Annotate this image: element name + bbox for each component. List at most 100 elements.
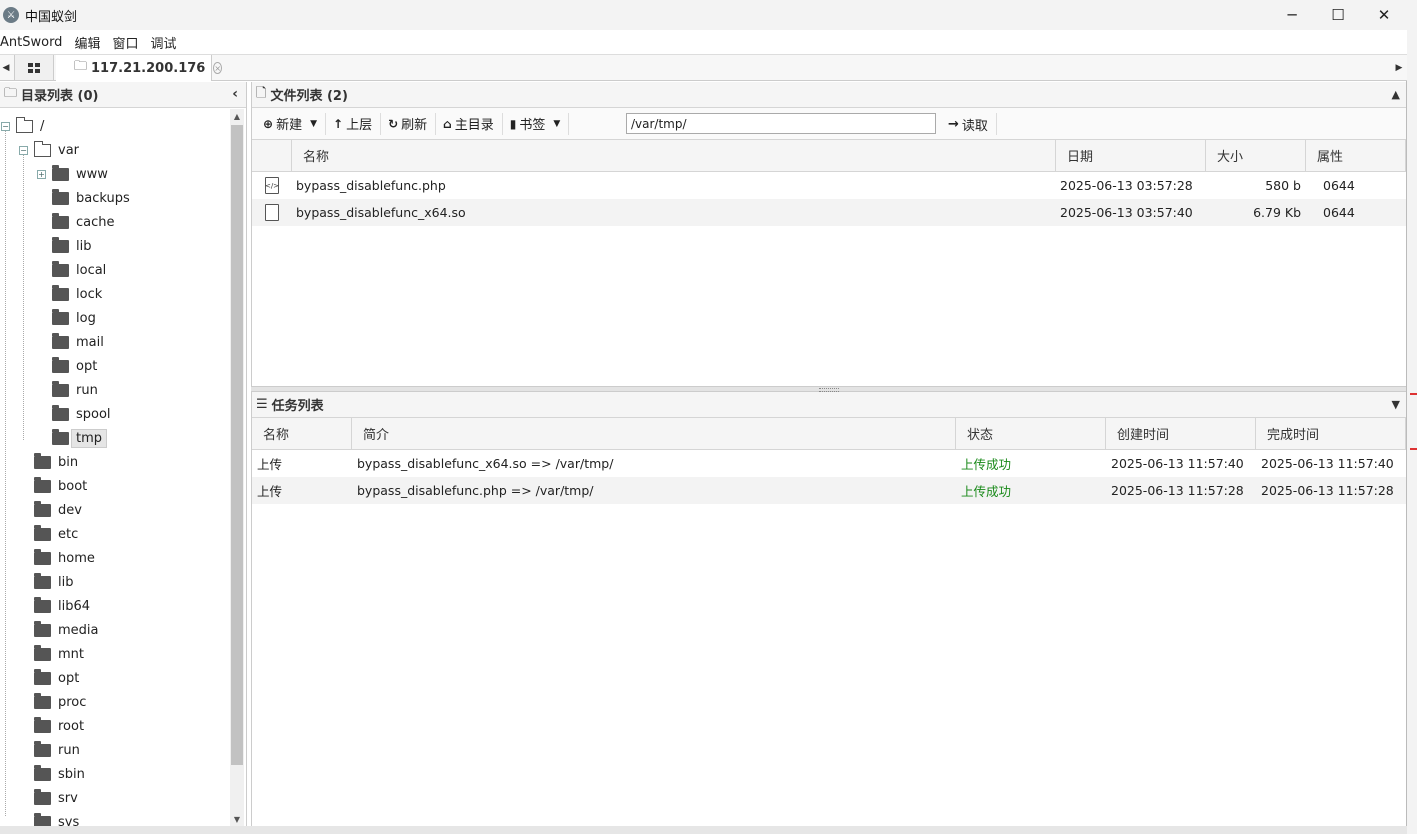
column-header-finished[interactable]: 完成时间 xyxy=(1256,418,1406,449)
close-window-button[interactable]: ✕ xyxy=(1361,0,1407,30)
tree-node-sbin[interactable]: sbin xyxy=(34,762,85,786)
scroll-up-icon[interactable]: ▲ xyxy=(230,109,244,123)
file-row[interactable]: bypass_disablefunc_x64.so 2025-06-13 03:5… xyxy=(252,199,1406,226)
tree-node-backups[interactable]: backups xyxy=(52,186,130,210)
task-finished: 2025-06-13 11:57:28 xyxy=(1261,483,1394,498)
directory-scrollbar[interactable]: ▲ ▼ xyxy=(230,109,244,826)
tree-node-tmp[interactable]: tmp xyxy=(52,426,108,450)
tree-node-media[interactable]: media xyxy=(34,618,99,642)
column-header-date[interactable]: 日期 xyxy=(1056,140,1206,171)
tree-node-home[interactable]: home xyxy=(34,546,95,570)
task-list-header: ☰ 任务列表 ▼ xyxy=(252,392,1406,418)
tree-node-srv[interactable]: srv xyxy=(34,786,78,810)
tree-node-root[interactable]: root xyxy=(34,714,84,738)
tab-home[interactable] xyxy=(14,55,54,80)
tree-node-local[interactable]: local xyxy=(52,258,106,282)
path-input[interactable] xyxy=(626,113,936,134)
menu-debug[interactable]: 调试 xyxy=(150,33,182,52)
tree-node-label: boot xyxy=(58,478,88,494)
menu-edit[interactable]: 编辑 xyxy=(74,33,106,52)
tree-node-etc[interactable]: etc xyxy=(34,522,78,546)
read-path-button[interactable]: → 读取 xyxy=(946,113,997,135)
refresh-button[interactable]: ↻ 刷新 xyxy=(383,112,437,135)
scroll-thumb[interactable] xyxy=(231,125,243,765)
tree-node-lib64[interactable]: lib64 xyxy=(34,594,90,618)
folder-icon xyxy=(52,332,69,349)
caret-down-icon: ▼ xyxy=(553,118,561,129)
tree-node-label: srv xyxy=(58,790,78,806)
file-date: 2025-06-13 03:57:28 xyxy=(1060,178,1193,193)
tab-scroll-left-icon[interactable]: ◀ xyxy=(0,55,12,80)
read-label: 读取 xyxy=(961,118,988,134)
background-window-strip xyxy=(1407,0,1417,834)
tree-node-mnt[interactable]: mnt xyxy=(34,642,84,666)
tree-node-cache[interactable]: cache xyxy=(52,210,115,234)
tab-close-icon[interactable]: × xyxy=(213,62,223,74)
tree-node-mail[interactable]: mail xyxy=(52,330,104,354)
tree-node-var[interactable]: − var xyxy=(19,138,79,162)
tree-node-spool[interactable]: spool xyxy=(52,402,111,426)
file-attr: 0644 xyxy=(1323,205,1355,220)
new-button[interactable]: ⊕ 新建 ▼ xyxy=(258,112,326,135)
collapse-node-icon[interactable]: − xyxy=(1,121,10,131)
column-header-created[interactable]: 创建时间 xyxy=(1106,418,1256,449)
tree-node-run[interactable]: run xyxy=(34,738,80,762)
tree-node-proc[interactable]: proc xyxy=(34,690,86,714)
maximize-button[interactable]: ☐ xyxy=(1315,0,1361,30)
tree-node-log[interactable]: log xyxy=(52,306,96,330)
tree-node-www[interactable]: + www xyxy=(37,162,108,186)
folder-icon xyxy=(52,308,69,325)
refresh-icon: ↻ xyxy=(388,116,399,131)
column-header-description[interactable]: 简介 xyxy=(352,418,956,449)
column-header-task-name[interactable]: 名称 xyxy=(252,418,352,449)
collapse-node-icon[interactable]: − xyxy=(19,145,28,155)
scroll-down-icon[interactable]: ▼ xyxy=(230,812,244,826)
folder-icon xyxy=(34,452,51,469)
column-header-size[interactable]: 大小 xyxy=(1206,140,1306,171)
task-grid-header: 名称 简介 状态 创建时间 完成时间 xyxy=(252,418,1406,450)
minimize-button[interactable]: ─ xyxy=(1269,0,1315,30)
menu-antsword[interactable]: AntSword xyxy=(0,35,68,50)
column-header-status[interactable]: 状态 xyxy=(956,418,1106,449)
task-row[interactable]: 上传 bypass_disablefunc.php => /var/tmp/上传成… xyxy=(252,477,1406,504)
tree-node-label: lock xyxy=(76,286,103,302)
tree-node-lock[interactable]: lock xyxy=(52,282,102,306)
collapse-up-icon[interactable]: ▲ xyxy=(1392,88,1400,101)
bookmark-button[interactable]: ▮ 书签 ▼ xyxy=(505,112,570,135)
tree-node-dev[interactable]: dev xyxy=(34,498,82,522)
tree-node-run[interactable]: run xyxy=(52,378,98,402)
directory-tree: − / − var + www backups cache lib local lock lo… xyxy=(0,109,229,826)
task-finished: 2025-06-13 11:57:40 xyxy=(1261,456,1394,471)
file-row[interactable]: </> bypass_disablefunc.php 2025-06-13 03:5… xyxy=(252,172,1406,199)
tree-node-opt[interactable]: opt xyxy=(52,354,97,378)
menu-bar: AntSword 编辑 窗口 调试 xyxy=(0,30,1407,54)
tree-node-sys[interactable]: sys xyxy=(34,810,79,826)
home-dir-button[interactable]: ⌂ 主目录 xyxy=(438,112,503,135)
tree-node-lib[interactable]: lib xyxy=(34,570,73,594)
folder-icon xyxy=(52,260,69,277)
task-created: 2025-06-13 11:57:28 xyxy=(1111,483,1244,498)
up-level-button[interactable]: ↑ 上层 xyxy=(328,112,382,135)
folder-icon xyxy=(34,812,51,826)
tree-node-lib[interactable]: lib xyxy=(52,234,91,258)
tree-node-opt[interactable]: opt xyxy=(34,666,79,690)
tab-scroll-right-icon[interactable]: ▶ xyxy=(1393,55,1405,80)
tree-node-label: run xyxy=(58,742,80,758)
tree-node-bin[interactable]: bin xyxy=(34,450,78,474)
menu-window[interactable]: 窗口 xyxy=(112,33,144,52)
collapse-left-icon[interactable]: ‹ xyxy=(232,86,238,102)
tree-node-label: dev xyxy=(58,502,82,518)
tree-node-root[interactable]: − / xyxy=(1,114,44,138)
expand-node-icon[interactable]: + xyxy=(37,169,46,179)
folder-icon xyxy=(34,764,51,781)
file-toolbar: ⊕ 新建 ▼ ↑ 上层 ↻ 刷新 ⌂ 主目录 ▮ 书签 ▼ /var/tmp/ … xyxy=(252,108,1406,140)
column-header-name[interactable]: 名称 xyxy=(292,140,1056,171)
arrow-up-icon: ↑ xyxy=(333,116,344,131)
tree-node-boot[interactable]: boot xyxy=(34,474,87,498)
tab-shell-session[interactable]: 🗀 117.21.200.176 × xyxy=(56,55,223,81)
collapse-down-icon[interactable]: ▼ xyxy=(1392,398,1400,411)
column-header-attr[interactable]: 属性 xyxy=(1306,140,1406,171)
folder-icon xyxy=(52,428,69,445)
folder-icon xyxy=(52,356,69,373)
task-row[interactable]: 上传 bypass_disablefunc_x64.so => /var/tmp/… xyxy=(252,450,1406,477)
